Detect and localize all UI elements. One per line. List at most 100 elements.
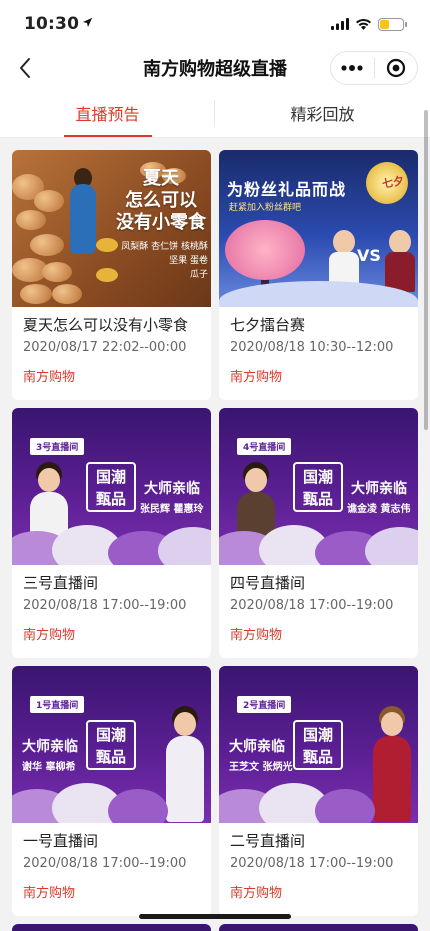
card-info: 三号直播间 2020/08/18 17:00--19:00 南方购物 xyxy=(12,565,211,643)
brand-logo-line: 国潮 xyxy=(95,468,126,486)
cloud-puff xyxy=(315,789,375,823)
thumbnail-headline-line: 没有小零食 xyxy=(116,212,206,233)
thumbnail-headline: 夏天 怎么可以 没有小零食 xyxy=(116,168,206,234)
card-time: 2020/08/18 17:00--19:00 xyxy=(23,856,187,871)
card-info: 七夕擂台赛 2020/08/18 10:30--12:00 南方购物 xyxy=(219,307,418,385)
thumbnail-subtitle: 赶紧加入粉丝群吧 xyxy=(229,203,302,213)
master-title: 大师亲临 xyxy=(22,739,78,755)
live-thumbnail: 七夕 为粉丝礼品而战 赶紧加入粉丝群吧 VS xyxy=(219,150,418,307)
brand-logo: 国潮 甄品 xyxy=(86,720,136,770)
brand-logo: 国潮 甄品 xyxy=(293,720,343,770)
status-bar: 10:30 xyxy=(0,0,430,48)
master-names: 谯金凌 黄志伟 xyxy=(347,504,411,515)
brand-logo-line: 甄品 xyxy=(302,748,333,766)
brand-logo-line: 国潮 xyxy=(302,468,333,486)
thumbnail-products-line: 坚果 蛋卷 xyxy=(169,256,208,266)
wifi-icon xyxy=(355,15,372,34)
status-time: 10:30 xyxy=(24,14,80,34)
presenter-head xyxy=(245,468,267,492)
blossom-tree-graphic xyxy=(225,220,305,280)
nut-graphic xyxy=(30,234,64,256)
cloud-puff xyxy=(158,527,211,565)
more-dots-icon xyxy=(341,65,363,71)
card-time: 2020/08/18 17:00--19:00 xyxy=(230,856,394,871)
card-shop[interactable]: 南方购物 xyxy=(230,624,408,643)
live-thumbnail: 2号直播间 大师亲临 王芝文 张炳光 国潮 甄品 xyxy=(219,666,418,823)
brand-logo: 国潮 甄品 xyxy=(293,462,343,512)
nut-graphic xyxy=(16,210,46,230)
more-button[interactable] xyxy=(331,52,374,84)
next-row-peek xyxy=(12,924,418,931)
studio-tag: 4号直播间 xyxy=(237,438,292,455)
signal-icon xyxy=(331,15,349,34)
thumbnail-headline: 为粉丝礼品而战 xyxy=(227,180,347,199)
brand-logo-line: 甄品 xyxy=(95,490,126,508)
card-shop[interactable]: 南方购物 xyxy=(23,366,201,385)
card-shop[interactable]: 南方购物 xyxy=(23,624,201,643)
card-time: 2020/08/17 22:02--00:00 xyxy=(23,340,187,355)
studio-tag: 2号直播间 xyxy=(237,696,292,713)
card-title: 夏天怎么可以没有小零食 xyxy=(23,316,189,334)
brand-logo-line: 国潮 xyxy=(95,726,126,744)
master-title: 大师亲临 xyxy=(351,481,407,497)
presenter-head xyxy=(381,712,403,736)
battery-icon xyxy=(378,17,407,31)
live-thumbnail: 1号直播间 大师亲临 谢华 辜柳希 国潮 甄品 xyxy=(12,666,211,823)
nut-graphic xyxy=(34,190,64,212)
card-info: 二号直播间 2020/08/18 17:00--19:00 南方购物 xyxy=(219,823,418,901)
master-title: 大师亲临 xyxy=(144,481,200,497)
live-card[interactable]: 1号直播间 大师亲临 谢华 辜柳希 国潮 甄品 一号直播间 2020/08/18… xyxy=(12,666,211,916)
tab-divider xyxy=(214,100,215,126)
live-thumbnail: 夏天 怎么可以 没有小零食 凤梨酥 杏仁饼 核桃酥 坚果 蛋卷 瓜子 xyxy=(12,150,211,307)
card-time: 2020/08/18 17:00--19:00 xyxy=(230,598,394,613)
presenter-figure xyxy=(70,184,96,254)
nut-graphic xyxy=(20,284,52,304)
live-card-grid: 夏天 怎么可以 没有小零食 凤梨酥 杏仁饼 核桃酥 坚果 蛋卷 瓜子 夏天怎么可… xyxy=(12,150,418,916)
master-names: 谢华 辜柳希 xyxy=(22,762,76,773)
brand-logo: 国潮 甄品 xyxy=(86,462,136,512)
cloud-puff xyxy=(365,527,418,565)
live-thumbnail-peek xyxy=(12,924,211,931)
target-close-icon xyxy=(386,58,405,78)
status-time-group: 10:30 xyxy=(24,14,93,34)
tab-live-preview[interactable]: 直播预告 xyxy=(0,88,215,137)
live-card[interactable]: 夏天 怎么可以 没有小零食 凤梨酥 杏仁饼 核桃酥 坚果 蛋卷 瓜子 夏天怎么可… xyxy=(12,150,211,400)
live-card[interactable]: 3号直播间 国潮 甄品 大师亲临 张民辉 瞿惠玲 三号直播间 2020/08/1… xyxy=(12,408,211,658)
live-card[interactable]: 2号直播间 大师亲临 王芝文 张炳光 国潮 甄品 二号直播间 2020/08/1… xyxy=(219,666,418,916)
presenter-head xyxy=(333,230,355,254)
cloud-graphic xyxy=(219,783,418,823)
card-title: 二号直播间 xyxy=(230,832,306,850)
home-indicator[interactable] xyxy=(139,914,291,919)
nut-graphic xyxy=(52,284,82,304)
page-title: 南方购物超级直播 xyxy=(143,59,287,80)
location-arrow-icon xyxy=(82,17,93,31)
card-title: 三号直播间 xyxy=(23,574,99,592)
card-info: 四号直播间 2020/08/18 17:00--19:00 南方购物 xyxy=(219,565,418,643)
back-button[interactable] xyxy=(12,55,38,81)
tab-replay[interactable]: 精彩回放 xyxy=(215,88,430,137)
presenter-head xyxy=(174,712,196,736)
scrollbar[interactable] xyxy=(424,110,428,430)
thumbnail-headline-line: 怎么可以 xyxy=(125,190,197,211)
card-shop[interactable]: 南方购物 xyxy=(230,366,408,385)
tab-bar: 直播预告 精彩回放 xyxy=(0,88,430,138)
nav-bar: 南方购物超级直播 xyxy=(0,48,430,88)
close-mini-program-button[interactable] xyxy=(375,52,418,84)
studio-tag: 1号直播间 xyxy=(30,696,85,713)
card-time: 2020/08/18 10:30--12:00 xyxy=(230,340,394,355)
card-shop[interactable]: 南方购物 xyxy=(230,882,408,901)
master-title: 大师亲临 xyxy=(229,739,285,755)
nut-graphic xyxy=(42,262,72,282)
live-thumbnail: 4号直播间 国潮 甄品 大师亲临 谯金凌 黄志伟 xyxy=(219,408,418,565)
presenter-head xyxy=(389,230,411,254)
master-names: 王芝文 张炳光 xyxy=(229,762,293,773)
vs-label: VS xyxy=(357,246,381,265)
card-shop[interactable]: 南方购物 xyxy=(23,882,201,901)
brand-logo-line: 甄品 xyxy=(95,748,126,766)
thumbnail-products: 凤梨酥 杏仁饼 核桃酥 坚果 蛋卷 瓜子 xyxy=(110,240,208,282)
presenter-head xyxy=(38,468,60,492)
live-card[interactable]: 七夕 为粉丝礼品而战 赶紧加入粉丝群吧 VS 七夕擂台赛 2020/08/18 … xyxy=(219,150,418,400)
live-thumbnail-peek xyxy=(219,924,418,931)
live-card[interactable]: 4号直播间 国潮 甄品 大师亲临 谯金凌 黄志伟 四号直播间 2020/08/1… xyxy=(219,408,418,658)
cloud-puff xyxy=(108,789,168,823)
